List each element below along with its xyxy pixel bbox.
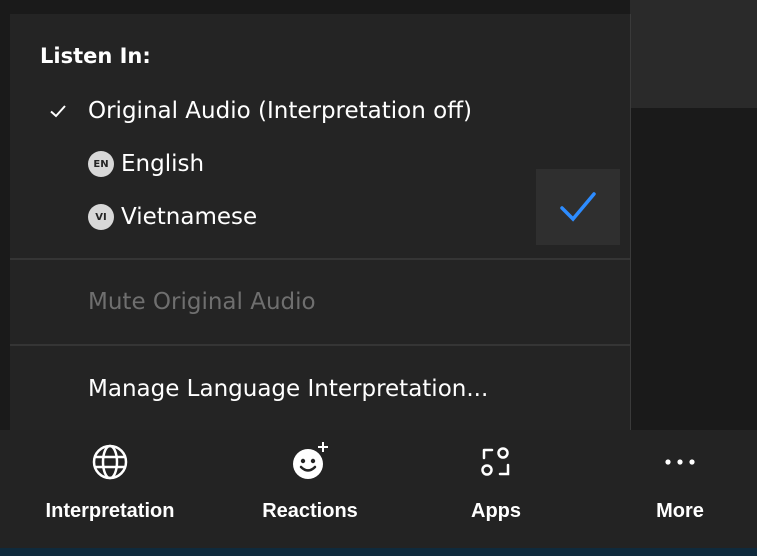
- listen-in-header: Listen In:: [40, 44, 151, 68]
- reactions-button[interactable]: Reactions: [240, 430, 380, 548]
- checkmark-icon: [50, 105, 66, 118]
- mute-original-audio-item: Mute Original Audio: [10, 276, 630, 328]
- toolbar-button-label: Reactions: [262, 500, 358, 522]
- menu-item-label: Vietnamese: [121, 204, 258, 230]
- manage-language-interpretation-item[interactable]: Manage Language Interpretation...: [10, 363, 630, 415]
- menu-item-label: Original Audio (Interpretation off): [88, 98, 473, 124]
- vietnamese-selected-indicator[interactable]: [536, 169, 620, 245]
- smiley-plus-icon: [293, 442, 328, 479]
- globe-icon: [92, 444, 128, 480]
- menu-item-label: Manage Language Interpretation...: [88, 376, 489, 402]
- apps-button[interactable]: Apps: [440, 430, 552, 548]
- menu-item-label: Mute Original Audio: [88, 289, 316, 315]
- menu-item-original-audio[interactable]: Original Audio (Interpretation off): [10, 85, 630, 137]
- interpretation-menu: Listen In: Original Audio (Interpretatio…: [10, 14, 631, 431]
- interpretation-button[interactable]: Interpretation: [22, 430, 198, 548]
- menu-divider: [10, 344, 630, 346]
- video-tile: [630, 0, 757, 108]
- meeting-toolbar: Interpretation Reactions Apps More: [0, 430, 757, 548]
- toolbar-button-label: More: [656, 500, 704, 522]
- menu-item-label: English: [121, 151, 205, 177]
- toolbar-button-label: Apps: [471, 500, 521, 522]
- more-icon: [665, 459, 695, 465]
- toolbar-button-label: Interpretation: [45, 500, 175, 522]
- apps-icon: [481, 447, 510, 476]
- window-edge: [0, 548, 757, 556]
- more-button[interactable]: More: [630, 430, 730, 548]
- language-badge-vi-icon: VI: [88, 204, 114, 230]
- checkmark-icon: [560, 192, 596, 222]
- menu-divider: [10, 258, 630, 260]
- language-badge-en-icon: EN: [88, 151, 114, 177]
